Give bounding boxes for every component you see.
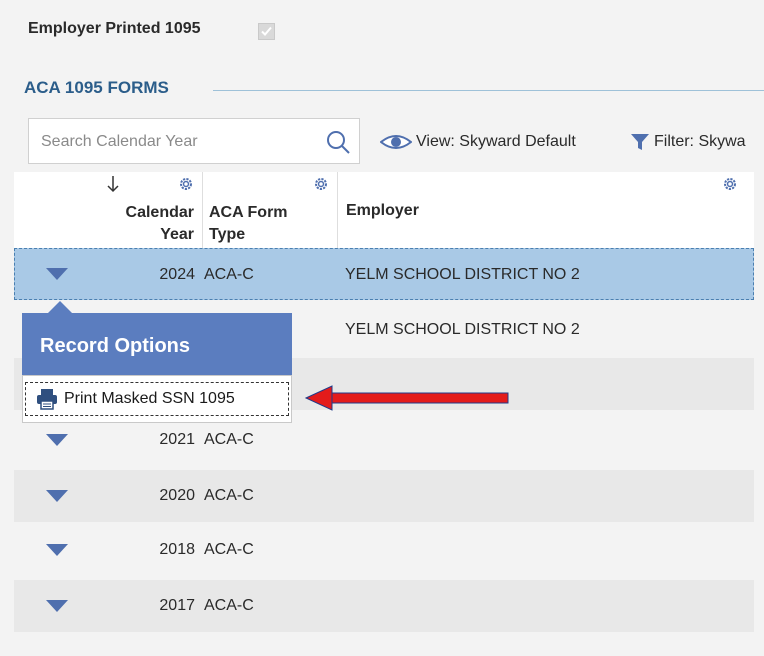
table-row[interactable]: 2024 ACA-C YELM SCHOOL DISTRICT NO 2: [14, 248, 754, 300]
header-label-line2: Year: [160, 226, 194, 243]
header-label-line1: ACA Form: [209, 204, 288, 221]
view-label: View: Skyward Default: [416, 133, 576, 150]
popup-title: Record Options: [40, 335, 191, 357]
employer-printed-checkbox[interactable]: [258, 23, 275, 40]
gear-icon[interactable]: [178, 176, 194, 192]
record-options-popup: Record Options Print Masked SSN 1095: [22, 301, 292, 423]
expand-triangle-icon[interactable]: [46, 544, 68, 556]
header-label-line1: Calendar: [125, 204, 194, 221]
section-title: ACA 1095 FORMS: [24, 78, 169, 97]
print-masked-ssn-menu-item[interactable]: Print Masked SSN 1095: [25, 382, 289, 416]
table-row[interactable]: 2020 ACA-C: [14, 470, 754, 522]
cell-year: 2020: [159, 487, 195, 504]
cell-type: ACA-C: [204, 266, 254, 283]
column-header-aca-form-type[interactable]: ACA Form Type: [203, 172, 338, 248]
menu-item-label: Print Masked SSN 1095: [64, 390, 235, 407]
red-arrow-icon: [304, 385, 509, 411]
table-row[interactable]: 2017 ACA-C: [14, 580, 754, 632]
filter-icon: [631, 134, 649, 150]
popup-caret: [48, 301, 72, 313]
cell-employer: YELM SCHOOL DISTRICT NO 2: [345, 266, 580, 283]
expand-triangle-icon[interactable]: [46, 268, 68, 280]
expand-triangle-icon[interactable]: [46, 600, 68, 612]
gear-icon[interactable]: [313, 176, 329, 192]
column-header-employer[interactable]: Employer: [338, 172, 754, 248]
cell-type: ACA-C: [204, 597, 254, 614]
cell-year: 2018: [159, 541, 195, 558]
header-label: Employer: [346, 202, 419, 219]
app-frame: Employer Printed 1095 ACA 1095 FORMS Vie…: [0, 0, 764, 656]
employer-printed-label: Employer Printed 1095: [28, 20, 201, 37]
search-input[interactable]: [39, 119, 313, 165]
popup-body: Print Masked SSN 1095: [22, 375, 292, 423]
popup-header: Record Options: [22, 313, 292, 375]
gear-icon[interactable]: [722, 176, 738, 192]
search-icon[interactable]: [325, 129, 351, 155]
section-divider: [213, 90, 764, 91]
filter-label: Filter: Skywa: [654, 133, 746, 150]
view-button[interactable]: View: Skyward Default: [380, 128, 576, 156]
filter-button[interactable]: Filter: Skywa: [630, 128, 746, 156]
cell-type: ACA-C: [204, 487, 254, 504]
table-row[interactable]: 2018 ACA-C: [14, 524, 754, 576]
search-box: [28, 118, 360, 165]
printer-icon: [37, 389, 57, 410]
cell-year: 2017: [159, 597, 195, 614]
sort-down-arrow-icon[interactable]: [106, 174, 120, 194]
cell-employer: YELM SCHOOL DISTRICT NO 2: [345, 321, 580, 338]
check-icon: [261, 26, 272, 36]
column-header-calendar-year[interactable]: Calendar Year: [100, 172, 203, 248]
table-header: Calendar Year ACA Form Type Employer: [14, 172, 754, 249]
expand-triangle-icon[interactable]: [46, 490, 68, 502]
cell-type: ACA-C: [204, 541, 254, 558]
header-label-line2: Type: [209, 226, 246, 243]
expand-triangle-icon[interactable]: [46, 434, 68, 446]
cell-year: 2024: [159, 266, 195, 283]
eye-icon: [380, 135, 412, 149]
